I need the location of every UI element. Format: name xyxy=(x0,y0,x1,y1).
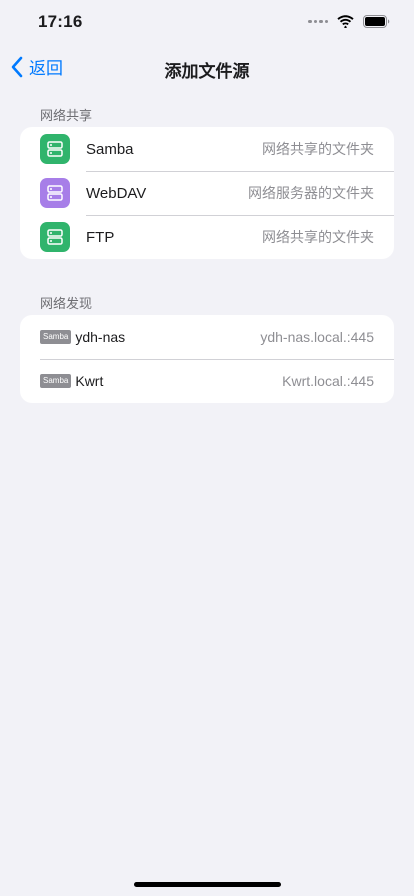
source-row-webdav[interactable]: WebDAV 网络服务器的文件夹 xyxy=(20,171,394,215)
screen: 17:16 返回 添加文件源 网络共享 Samba 网络共享的文件夹 WebDA… xyxy=(0,0,414,896)
source-description: 网络共享的文件夹 xyxy=(262,141,374,157)
source-title: WebDAV xyxy=(86,184,147,202)
host-name: ydh-nas xyxy=(75,329,126,345)
source-row-samba[interactable]: Samba 网络共享的文件夹 xyxy=(20,127,394,171)
network-discovery-list: Samba ydh-nas ydh-nas.local.:445 Samba K… xyxy=(20,315,394,403)
protocol-badge: Samba xyxy=(40,374,72,388)
source-title: FTP xyxy=(86,228,115,246)
server-icon xyxy=(40,178,70,208)
battery-icon xyxy=(363,15,390,28)
cellular-signal-icon xyxy=(308,19,328,24)
protocol-badge: Samba xyxy=(40,330,72,344)
source-row-ftp[interactable]: FTP 网络共享的文件夹 xyxy=(20,215,394,259)
navigation-bar: 返回 添加文件源 xyxy=(0,46,414,90)
status-indicators xyxy=(308,15,390,28)
server-icon xyxy=(40,134,70,164)
host-address: Kwrt.local.:445 xyxy=(282,373,374,389)
discovered-host-row[interactable]: Samba ydh-nas ydh-nas.local.:445 xyxy=(20,315,394,359)
status-time: 17:16 xyxy=(38,12,83,31)
wifi-icon xyxy=(337,15,354,28)
source-description: 网络服务器的文件夹 xyxy=(248,185,374,201)
host-address: ydh-nas.local.:445 xyxy=(260,329,374,345)
source-title: Samba xyxy=(86,140,134,158)
server-icon xyxy=(40,222,70,252)
section-header-network-discovery: 网络发现 xyxy=(40,296,93,311)
host-name: Kwrt xyxy=(75,373,104,389)
status-bar: 17:16 xyxy=(0,0,414,46)
discovered-host-row[interactable]: Samba Kwrt Kwrt.local.:445 xyxy=(20,359,394,403)
page-title: 添加文件源 xyxy=(164,62,250,81)
home-indicator xyxy=(134,882,281,887)
network-share-list: Samba 网络共享的文件夹 WebDAV 网络服务器的文件夹 FTP 网络共享… xyxy=(20,127,394,259)
source-description: 网络共享的文件夹 xyxy=(262,229,374,245)
section-header-network-share: 网络共享 xyxy=(40,108,93,123)
